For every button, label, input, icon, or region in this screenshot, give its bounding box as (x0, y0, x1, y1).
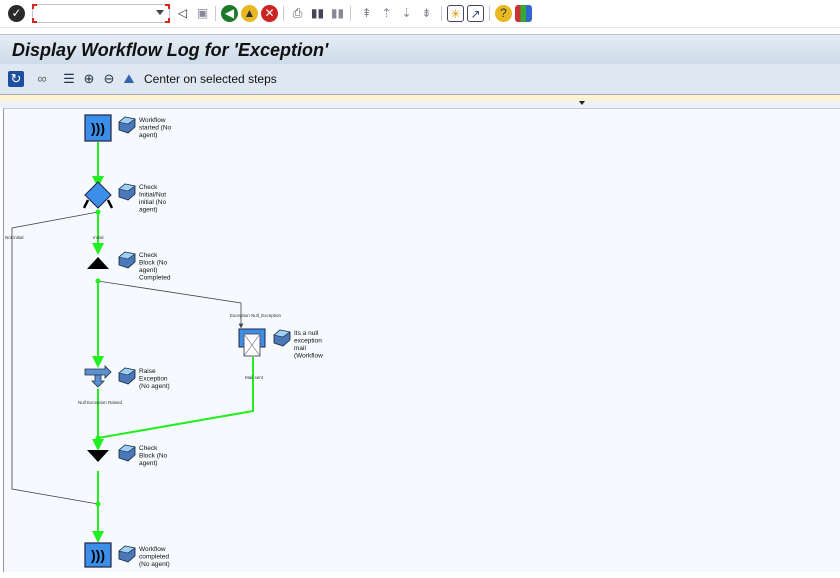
agent-icon[interactable] (118, 183, 136, 201)
center-icon[interactable]: ⛰ (121, 71, 137, 87)
send-mail-node[interactable] (238, 328, 266, 357)
node-label: initial (No (139, 199, 166, 206)
workflow-graph[interactable]: Not initial Initial Exception Null_Excep… (3, 108, 840, 572)
node-label: mail (294, 345, 306, 352)
node-label: Its a null (294, 330, 319, 337)
align-icon[interactable]: ☰ (61, 71, 77, 87)
node-label: agent) (139, 267, 157, 274)
system-toolbar: ✓ ◁ ▣ ◀ ▲ ✕ ⎙ ▮▮ ▮▮ ⇞ ⇡ ⇣ ⇟ ✳ ↗ ? (0, 0, 840, 28)
node-label: (No agent) (139, 383, 170, 390)
block-start-node[interactable] (87, 257, 109, 269)
edge-exception (97, 280, 244, 329)
edge-label-exception: Exception Null_Exception (230, 313, 282, 318)
layout-icon[interactable] (515, 5, 532, 22)
info-strip (0, 94, 840, 101)
raise-exception-node[interactable] (84, 365, 112, 388)
agent-icon[interactable] (118, 251, 136, 269)
node-label: Initial/Not (139, 192, 166, 199)
node-label: Check (139, 252, 158, 259)
node-label: agent) (139, 132, 157, 139)
zoom-out-icon[interactable]: ⊖ (101, 71, 117, 87)
node-label: (No agent) (139, 561, 170, 568)
node-label: Raise (139, 368, 156, 375)
chevron-down-icon[interactable] (156, 10, 164, 15)
chevron-down-icon[interactable] (579, 101, 585, 105)
find-next-icon[interactable]: ▮▮ (329, 5, 346, 22)
edge-mail-sent (97, 357, 254, 439)
node-label: Completed (139, 275, 171, 282)
edge-label-initial: Initial (93, 235, 104, 240)
node-label: (Workflow (294, 353, 323, 360)
svg-text:))): ))) (91, 120, 105, 136)
node-label: completed (139, 554, 169, 561)
next-page-icon[interactable]: ⇣ (398, 5, 415, 22)
node-label: Exception (139, 376, 168, 383)
exit-icon[interactable]: ▲ (241, 5, 258, 22)
page-title: Display Workflow Log for 'Exception' (12, 40, 329, 60)
edge-label-mail-sent: Mail sent (245, 375, 264, 380)
edge-label-raised: Null Exception Raised (78, 400, 123, 405)
node-label: Check (139, 184, 158, 191)
application-toolbar: ↻ ∞ ☰ ⊕ ⊖ ⛰ Center on selected steps (0, 64, 840, 94)
command-field[interactable] (32, 4, 170, 23)
node-label: Workflow (139, 117, 166, 124)
condition-node[interactable] (82, 181, 114, 209)
node-label: agent) (139, 460, 157, 467)
node-label: Block (No (139, 453, 168, 460)
agent-icon[interactable] (118, 367, 136, 385)
new-session-icon[interactable]: ✳ (447, 5, 464, 22)
agent-icon[interactable] (118, 116, 136, 134)
last-page-icon[interactable]: ⇟ (418, 5, 435, 22)
agent-icon[interactable] (118, 444, 136, 462)
refresh-icon[interactable]: ↻ (8, 71, 24, 87)
previous-page-icon[interactable]: ⇡ (378, 5, 395, 22)
title-bar: Display Workflow Log for 'Exception' (0, 34, 840, 64)
collapse-icon[interactable]: ◁ (174, 5, 191, 22)
cancel-icon[interactable]: ✕ (261, 5, 278, 22)
block-end-node[interactable] (87, 450, 109, 462)
node-label: started (No (139, 125, 172, 132)
find-icon[interactable]: ▮▮ (309, 5, 326, 22)
node-label: Workflow (139, 546, 166, 553)
node-label: exception (294, 338, 322, 345)
help-icon[interactable]: ? (495, 5, 512, 22)
workflow-start-node[interactable]: ))) (84, 114, 112, 142)
zoom-in-icon[interactable]: ⊕ (81, 71, 97, 87)
save-icon[interactable]: ▣ (194, 5, 211, 22)
back-icon[interactable]: ◀ (221, 5, 238, 22)
print-icon[interactable]: ⎙ (289, 5, 306, 22)
first-page-icon[interactable]: ⇞ (358, 5, 375, 22)
workflow-end-node[interactable]: ))) (84, 542, 112, 568)
center-on-selected-steps-button[interactable]: Center on selected steps (144, 72, 277, 86)
node-label: Block (No (139, 260, 168, 267)
edge-not-initial (11, 211, 99, 505)
agent-icon[interactable] (118, 545, 136, 563)
view-selector[interactable] (0, 101, 840, 108)
node-label: Check (139, 445, 158, 452)
edge-label-not-initial: Not initial (5, 235, 24, 240)
edges (11, 142, 254, 543)
enter-check-icon[interactable]: ✓ (8, 5, 25, 22)
agent-icon[interactable] (273, 329, 291, 347)
svg-text:))): ))) (91, 547, 105, 563)
node-label: agent) (139, 207, 157, 214)
glasses-icon[interactable]: ∞ (34, 71, 50, 87)
shortcut-icon[interactable]: ↗ (467, 5, 484, 22)
